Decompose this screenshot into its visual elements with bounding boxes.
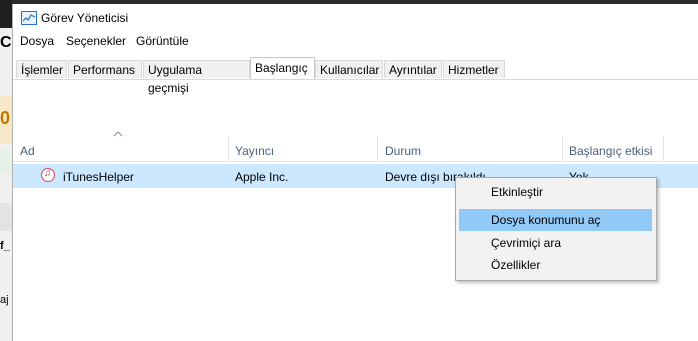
window-title: Görev Yöneticisi — [41, 11, 129, 25]
context-menu-open-file-location[interactable]: Dosya konumunu aç — [459, 209, 652, 231]
column-divider[interactable] — [228, 136, 229, 162]
tab-bar: İşlemler Performans Uygulama geçmişi Baş… — [13, 57, 698, 95]
menu-file[interactable]: Dosya — [20, 34, 54, 48]
tab-performance[interactable]: Performans — [68, 60, 142, 78]
menu-view[interactable]: Görüntüle — [136, 34, 189, 48]
context-menu-search-online[interactable]: Çevrimiçi ara — [459, 232, 652, 254]
background-text: aj — [0, 294, 9, 306]
column-header-status[interactable]: Durum — [385, 144, 421, 158]
tab-processes[interactable]: İşlemler — [16, 60, 67, 78]
context-menu-enable[interactable]: Etkinleştir — [459, 181, 652, 203]
column-divider[interactable] — [377, 136, 378, 162]
background-window-strip: C 0 f_ aj — [0, 0, 12, 341]
background-titlebar — [0, 0, 12, 28]
tab-details[interactable]: Ayrıntılar — [384, 60, 442, 78]
background-text: C — [0, 34, 12, 51]
row-name: iTunesHelper — [63, 170, 134, 184]
background-green-block — [0, 150, 12, 174]
itunes-icon: ♫ — [41, 168, 55, 182]
background-value: 0 — [0, 108, 11, 128]
task-manager-icon — [21, 11, 37, 25]
column-divider[interactable] — [562, 136, 563, 162]
background-highlight: 0 — [0, 96, 12, 144]
context-menu-properties[interactable]: Özellikler — [459, 254, 652, 276]
row-publisher: Apple Inc. — [235, 170, 289, 184]
tab-app-history[interactable]: Uygulama geçmişi — [143, 60, 250, 95]
tab-services[interactable]: Hizmetler — [443, 60, 505, 78]
header-bottom-border — [13, 161, 698, 162]
column-header-publisher[interactable]: Yayıncı — [235, 144, 274, 158]
column-divider[interactable] — [663, 136, 664, 162]
title-bar: Görev Yöneticisi — [13, 4, 698, 30]
context-menu: Etkinleştir Dosya konumunu aç Çevrimiçi … — [455, 177, 657, 281]
task-manager-window: Görev Yöneticisi Dosya Seçenekler Görünt… — [12, 4, 698, 341]
tab-users[interactable]: Kullanıcılar — [315, 60, 383, 78]
column-header-name[interactable]: Ad — [20, 144, 35, 158]
background-gray-block — [0, 203, 12, 231]
menu-options[interactable]: Seçenekler — [66, 34, 126, 48]
sort-ascending-icon — [113, 131, 123, 137]
column-header-startup-impact[interactable]: Başlangıç etkisi — [569, 144, 652, 158]
tab-startup[interactable]: Başlangıç — [250, 57, 315, 79]
background-text: f_ — [0, 240, 10, 252]
